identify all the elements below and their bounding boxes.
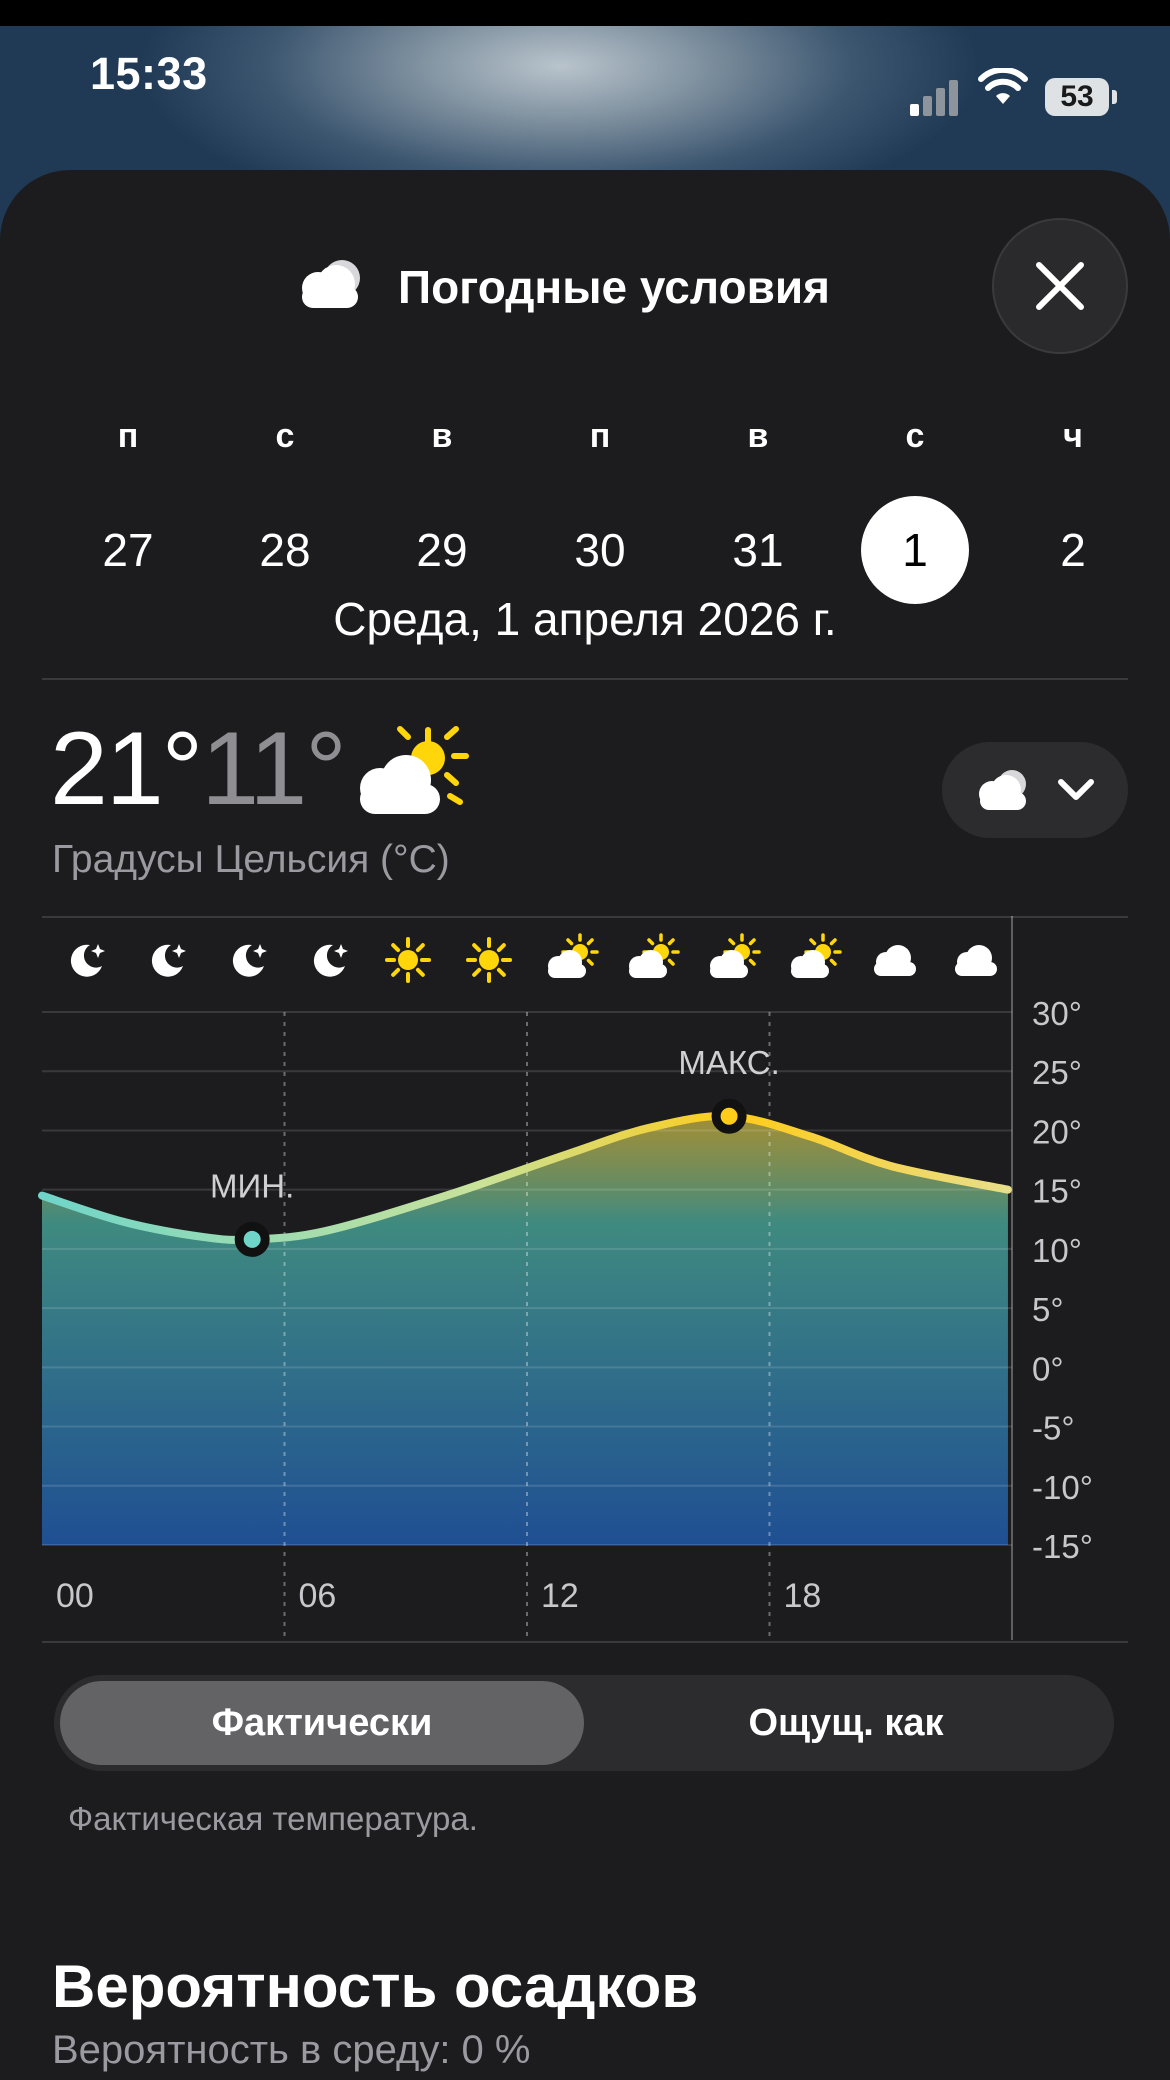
- sun-icon: [385, 937, 431, 983]
- cloud-icon: [955, 945, 997, 976]
- partly-sunny-icon: [791, 933, 842, 978]
- y-tick-label: 20°: [1032, 1113, 1082, 1150]
- precipitation-title: Вероятность осадков: [52, 1953, 699, 2020]
- min-marker: [234, 1221, 270, 1257]
- y-tick-label: 10°: [1032, 1232, 1082, 1269]
- partly-sunny-icon: [548, 933, 599, 978]
- x-tick-label: 00: [56, 1577, 94, 1615]
- moon-icon: [70, 944, 105, 977]
- partly-sunny-icon: [710, 933, 761, 978]
- y-tick-label: 25°: [1032, 1054, 1082, 1091]
- moon-icon: [313, 944, 348, 977]
- feels-like-tab[interactable]: Ощущ. как: [584, 1681, 1108, 1765]
- x-tick-label: 06: [299, 1577, 337, 1615]
- moon-icon: [151, 944, 186, 977]
- x-tick-label: 18: [784, 1577, 822, 1615]
- toggle-caption: Фактическая температура.: [68, 1800, 478, 1837]
- max-marker: [711, 1098, 747, 1134]
- actual-temperature-tab[interactable]: Фактически: [60, 1681, 584, 1765]
- y-tick-label: 0°: [1032, 1350, 1064, 1387]
- partly-sunny-icon: [629, 933, 680, 978]
- temperature-mode-toggle: Фактически Ощущ. как: [54, 1675, 1114, 1771]
- y-tick-label: 15°: [1032, 1173, 1082, 1210]
- y-tick-label: -5°: [1032, 1410, 1075, 1447]
- moon-icon: [232, 944, 267, 977]
- temperature-area: [42, 1116, 1008, 1545]
- precipitation-subtitle: Вероятность в среду: 0 %: [52, 2028, 531, 2072]
- y-tick-label: -15°: [1032, 1528, 1093, 1565]
- y-tick-label: 30°: [1032, 995, 1082, 1032]
- sun-icon: [466, 937, 512, 983]
- cloud-icon: [874, 945, 916, 976]
- y-tick-label: 5°: [1032, 1291, 1064, 1328]
- y-tick-label: -10°: [1032, 1469, 1093, 1506]
- x-tick-label: 12: [541, 1577, 579, 1615]
- min-label: МИН.: [210, 1167, 294, 1204]
- max-label: МАКС.: [678, 1044, 779, 1081]
